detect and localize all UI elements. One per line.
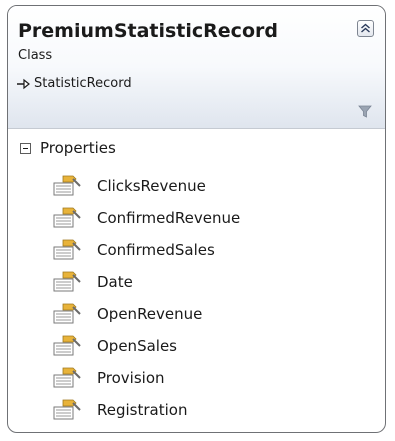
base-class-row: StatisticRecord — [16, 76, 132, 91]
list-item[interactable]: ConfirmedSales — [53, 234, 240, 266]
property-icon — [53, 271, 81, 292]
collapse-button[interactable] — [357, 20, 374, 37]
class-stereotype: Class — [18, 48, 53, 63]
property-label: ConfirmedSales — [97, 241, 215, 259]
property-label: Date — [97, 273, 133, 291]
double-chevron-up-icon — [361, 23, 370, 33]
list-item[interactable]: Registration — [53, 394, 240, 426]
property-label: OpenRevenue — [97, 305, 203, 323]
class-header: PremiumStatisticRecord Class StatisticRe… — [8, 6, 385, 129]
minus-box-icon[interactable] — [20, 142, 31, 154]
property-icon — [53, 239, 81, 260]
property-label: Provision — [97, 369, 165, 387]
property-label: ClicksRevenue — [97, 177, 206, 195]
list-item[interactable]: OpenSales — [53, 330, 240, 362]
list-item[interactable]: Date — [53, 266, 240, 298]
properties-compartment-header[interactable]: Properties — [20, 139, 116, 157]
properties-list: ClicksRevenue ConfirmedRevenue Confirmed… — [53, 170, 240, 426]
list-item[interactable]: ClicksRevenue — [53, 170, 240, 202]
class-title[interactable]: PremiumStatisticRecord — [18, 20, 278, 42]
property-icon — [53, 335, 81, 356]
list-item[interactable]: ConfirmedRevenue — [53, 202, 240, 234]
property-icon — [53, 303, 81, 324]
property-icon — [53, 207, 81, 228]
list-item[interactable]: OpenRevenue — [53, 298, 240, 330]
property-icon — [53, 367, 81, 388]
compartment-label: Properties — [40, 139, 116, 157]
property-label: ConfirmedRevenue — [97, 209, 241, 227]
property-icon — [53, 399, 81, 420]
filter-icon[interactable] — [357, 103, 373, 119]
property-label: Registration — [97, 401, 188, 419]
base-class-label: StatisticRecord — [34, 76, 132, 91]
property-icon — [53, 175, 81, 196]
inheritance-arrow-icon — [17, 78, 30, 89]
class-shape[interactable]: PremiumStatisticRecord Class StatisticRe… — [7, 5, 386, 433]
property-label: OpenSales — [97, 337, 177, 355]
list-item[interactable]: Provision — [53, 362, 240, 394]
